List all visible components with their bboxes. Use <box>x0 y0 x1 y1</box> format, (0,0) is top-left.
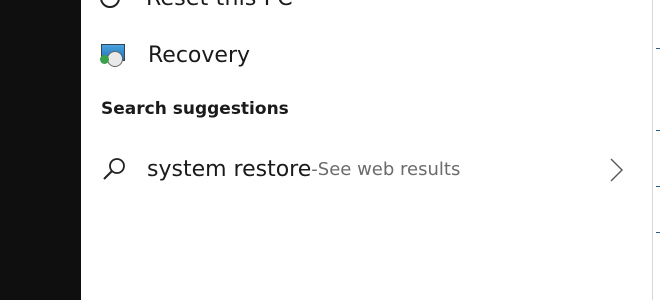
suggestion-item-system-restore[interactable]: system restore - See web results <box>100 152 630 186</box>
recovery-icon <box>100 42 126 68</box>
section-heading-search-suggestions: Search suggestions <box>101 99 289 119</box>
edge-mark <box>656 186 660 187</box>
search-icon <box>100 155 128 183</box>
preview-pane-edge <box>652 0 660 300</box>
reset-icon <box>100 0 120 8</box>
suggestion-action: See web results <box>317 158 461 180</box>
start-menu-left-strip <box>0 0 81 300</box>
result-item-recovery[interactable]: Recovery <box>100 40 250 70</box>
edge-mark <box>656 130 660 131</box>
suggestion-query: system restore <box>147 156 312 182</box>
result-item-label: Recovery <box>148 42 251 68</box>
result-item-reset-pc[interactable]: Reset this PC <box>100 0 293 11</box>
result-item-label: Reset this PC <box>146 0 293 11</box>
chevron-right-icon[interactable] <box>607 156 627 184</box>
edge-mark <box>656 232 660 233</box>
edge-mark <box>656 48 660 49</box>
